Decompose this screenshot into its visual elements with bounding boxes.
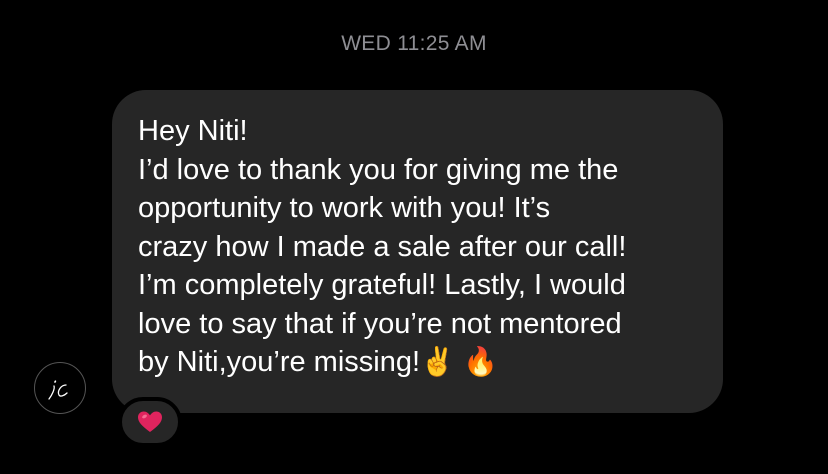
message-line: crazy how I made a sale after our call!	[138, 230, 627, 263]
fire-emoji: 🔥	[462, 345, 498, 378]
message-line: love to say that if you’re not mentored	[138, 307, 622, 340]
message-line: I’d love to thank you for giving me the	[138, 153, 619, 186]
message-line: opportunity to work with you! It’s	[138, 192, 551, 224]
signature-logo-icon	[48, 380, 68, 400]
avatar[interactable]	[34, 362, 86, 414]
message-bubble[interactable]: Hey Niti! I’d love to thank you for givi…	[112, 90, 723, 413]
victory-hand-emoji: ✌️	[420, 345, 455, 378]
message-last-line: by Niti,you’re missing!✌️ 🔥	[138, 343, 697, 382]
message-line: by Niti,you’re missing!	[138, 346, 421, 378]
reaction-badge[interactable]	[118, 397, 182, 447]
heart-icon	[138, 411, 162, 432]
message-line: I’m completely grateful! Lastly, I would	[138, 269, 626, 301]
message-greeting: Hey Niti!	[138, 115, 248, 147]
chat-screen: WED 11:25 AM Hey Niti! I’d love to thank…	[0, 0, 828, 474]
message-timestamp: WED 11:25 AM	[341, 32, 487, 55]
